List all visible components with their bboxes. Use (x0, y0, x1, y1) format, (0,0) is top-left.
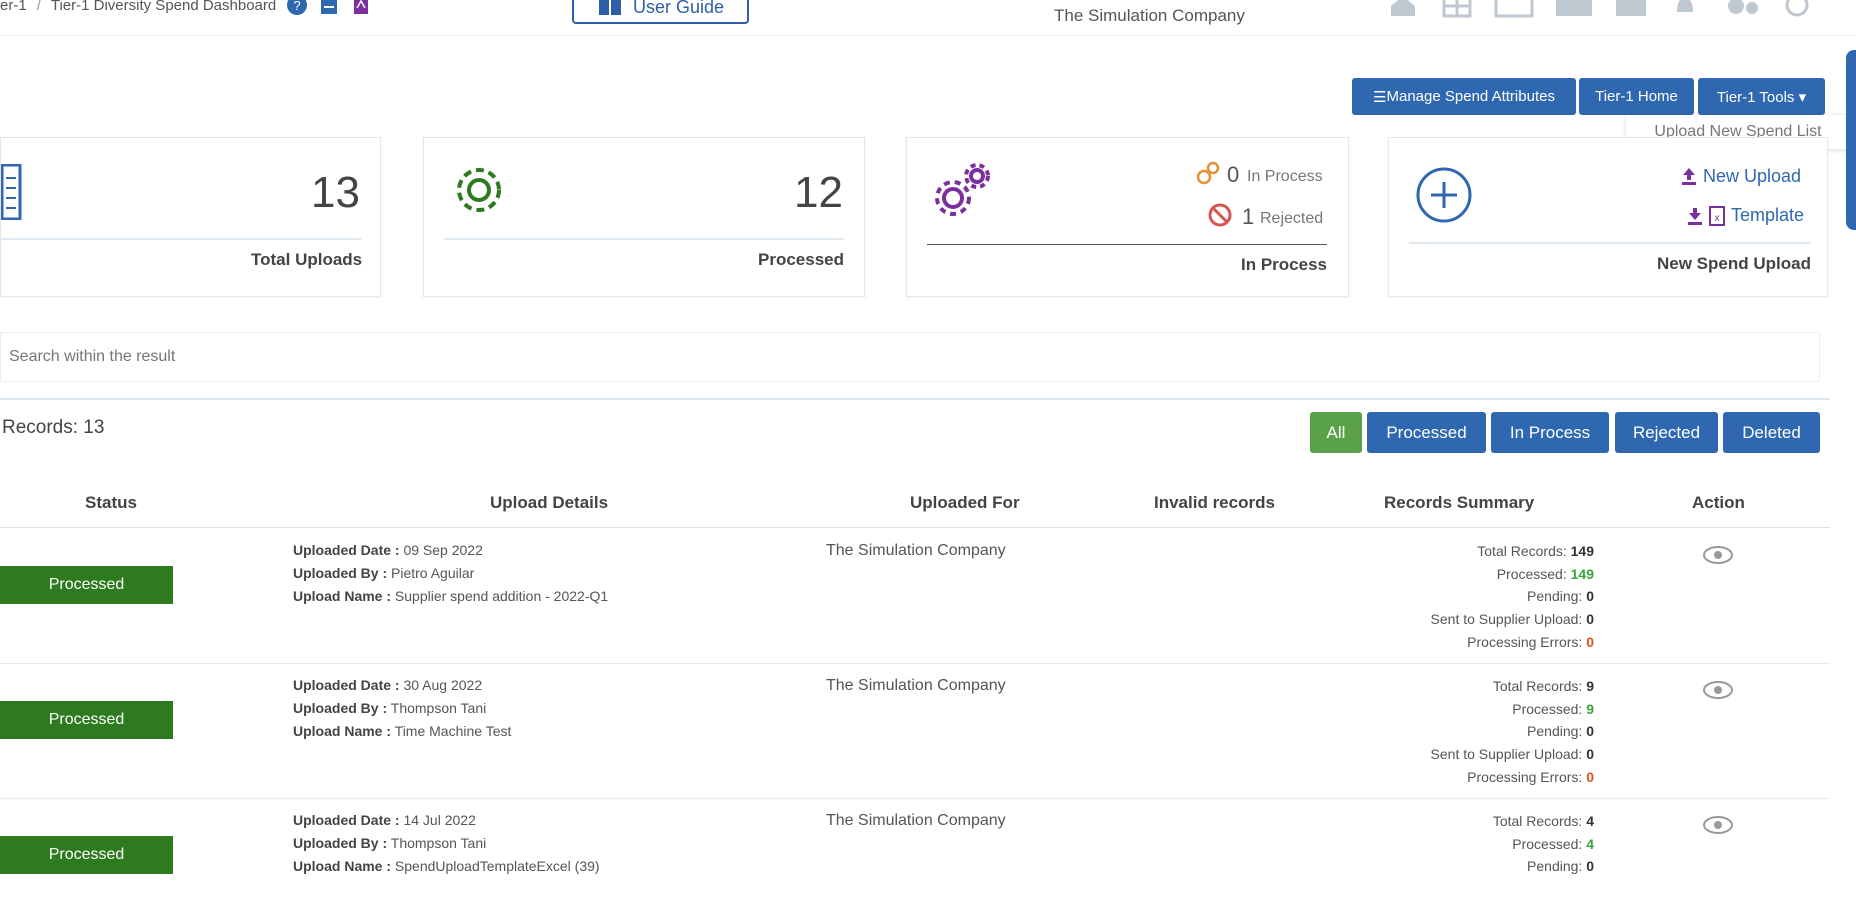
filter-rejected-button[interactable]: Rejected (1615, 412, 1718, 453)
view-eye-icon[interactable] (1702, 815, 1734, 835)
in-process-count: 0 (1227, 162, 1240, 187)
mail-open-icon[interactable] (1614, 0, 1648, 18)
user-guide-label: User Guide (632, 0, 725, 17)
pdf-icon[interactable] (350, 0, 372, 16)
column-action: Action (1692, 493, 1745, 512)
column-uploaded-for[interactable]: Uploaded For (910, 493, 1020, 513)
column-invalid-records[interactable]: Invalid records (1154, 493, 1275, 513)
total-uploads-count: 13 (311, 168, 360, 217)
records-summary: Total Records: 4 Processed: 4 Pending: 0 (1492, 813, 1594, 875)
download-icon (1688, 208, 1702, 225)
in-process-sub-label: In Process (1247, 168, 1323, 185)
breadcrumb: er-1 / Tier-1 Diversity Spend Dashboard … (0, 0, 372, 16)
breadcrumb-current: Tier-1 Diversity Spend Dashboard (50, 0, 277, 14)
svg-text:?: ? (294, 0, 301, 13)
divider (0, 398, 1830, 400)
book-icon (598, 0, 621, 15)
column-status[interactable]: Status (85, 493, 137, 513)
excel-file-icon: x (1709, 206, 1725, 226)
help-icon[interactable]: ? (286, 0, 308, 16)
upload-details: Uploaded Date : 09 Sep 2022 Uploaded By … (293, 542, 609, 604)
filter-all-button[interactable]: All (1310, 412, 1362, 453)
total-uploads-card[interactable]: 13 Total Uploads (0, 137, 381, 297)
filter-deleted-button[interactable]: Deleted (1723, 412, 1820, 453)
top-bar: er-1 / Tier-1 Diversity Spend Dashboard … (0, 0, 1856, 36)
view-eye-icon[interactable] (1702, 545, 1734, 565)
status-badge: Processed (0, 836, 173, 874)
gear-icon (457, 168, 501, 212)
upload-icon (1682, 168, 1696, 185)
gears-icon (935, 163, 990, 216)
new-upload-link[interactable]: New Upload (1703, 166, 1801, 187)
row-divider (0, 663, 1830, 664)
company-name: The Simulation Company (1054, 6, 1245, 25)
rejected-icon (1208, 203, 1232, 227)
filter-processed-button[interactable]: Processed (1367, 412, 1486, 453)
status-badge: Processed (0, 566, 173, 604)
column-upload-details[interactable]: Upload Details (490, 493, 608, 513)
filter-in-process-button[interactable]: In Process (1491, 412, 1609, 453)
breadcrumb-separator: / (36, 0, 41, 14)
records-summary: Total Records: 149 Processed: 149 Pendin… (1430, 543, 1594, 650)
tier1-tools-dropdown[interactable]: Tier-1 Tools ▾ (1698, 78, 1825, 115)
uploaded-for: The Simulation Company (826, 812, 1006, 829)
status-badge: Processed (0, 701, 173, 739)
view-eye-icon[interactable] (1702, 680, 1734, 700)
breadcrumb-root[interactable]: er-1 (0, 0, 27, 14)
tier1-home-button[interactable]: Tier-1 Home (1579, 78, 1694, 115)
mail-icon[interactable] (1554, 0, 1594, 18)
new-spend-upload-label: New Spend Upload (1657, 254, 1811, 273)
in-process-card[interactable]: 0 In Process 1 Rejected In Process (906, 137, 1349, 297)
home-icon[interactable] (1386, 0, 1420, 18)
list-icon: ☰ (1373, 88, 1387, 106)
records-count: Records: 13 (2, 417, 105, 438)
processed-count: 12 (794, 168, 843, 217)
plus-circle-icon[interactable] (1415, 166, 1473, 224)
header-line (0, 527, 1830, 528)
manage-spend-attributes-label: Manage Spend Attributes (1386, 88, 1555, 105)
column-records-summary[interactable]: Records Summary (1384, 493, 1534, 513)
row-divider (0, 798, 1830, 799)
list-doc-icon (1, 164, 22, 220)
upload-details: Uploaded Date : 14 Jul 2022 Uploaded By … (293, 812, 600, 874)
settings-icon[interactable] (1722, 0, 1762, 18)
uploaded-for: The Simulation Company (826, 677, 1006, 694)
processed-label: Processed (758, 250, 844, 269)
sort-az-icon[interactable] (1494, 0, 1534, 18)
uploaded-for: The Simulation Company (826, 542, 1006, 559)
total-uploads-label: Total Uploads (251, 250, 363, 269)
in-process-label: In Process (1241, 255, 1327, 274)
document-icon[interactable] (318, 0, 340, 16)
records-summary: Total Records: 9 Processed: 9 Pending: 0… (1430, 678, 1594, 785)
upload-details: Uploaded Date : 30 Aug 2022 Uploaded By … (293, 677, 512, 739)
new-spend-upload-card[interactable]: New Upload x Template New Spend Upload (1388, 137, 1828, 297)
side-panel-tab[interactable] (1846, 50, 1856, 230)
user-guide-button[interactable]: User Guide (572, 0, 749, 24)
top-icons (1386, 0, 1812, 18)
rejected-sub-label: Rejected (1260, 210, 1324, 227)
small-gears-icon (1196, 161, 1220, 185)
processed-card[interactable]: 12 Processed (423, 137, 865, 297)
power-icon[interactable] (1782, 0, 1812, 18)
template-link[interactable]: Template (1731, 205, 1804, 226)
rejected-count: 1 (1242, 204, 1255, 229)
grid-icon[interactable] (1440, 0, 1474, 18)
manage-spend-attributes-button[interactable]: ☰ Manage Spend Attributes (1352, 78, 1576, 115)
bell-icon[interactable] (1668, 0, 1702, 18)
search-input[interactable] (0, 332, 1820, 382)
svg-text:x: x (1715, 213, 1720, 224)
